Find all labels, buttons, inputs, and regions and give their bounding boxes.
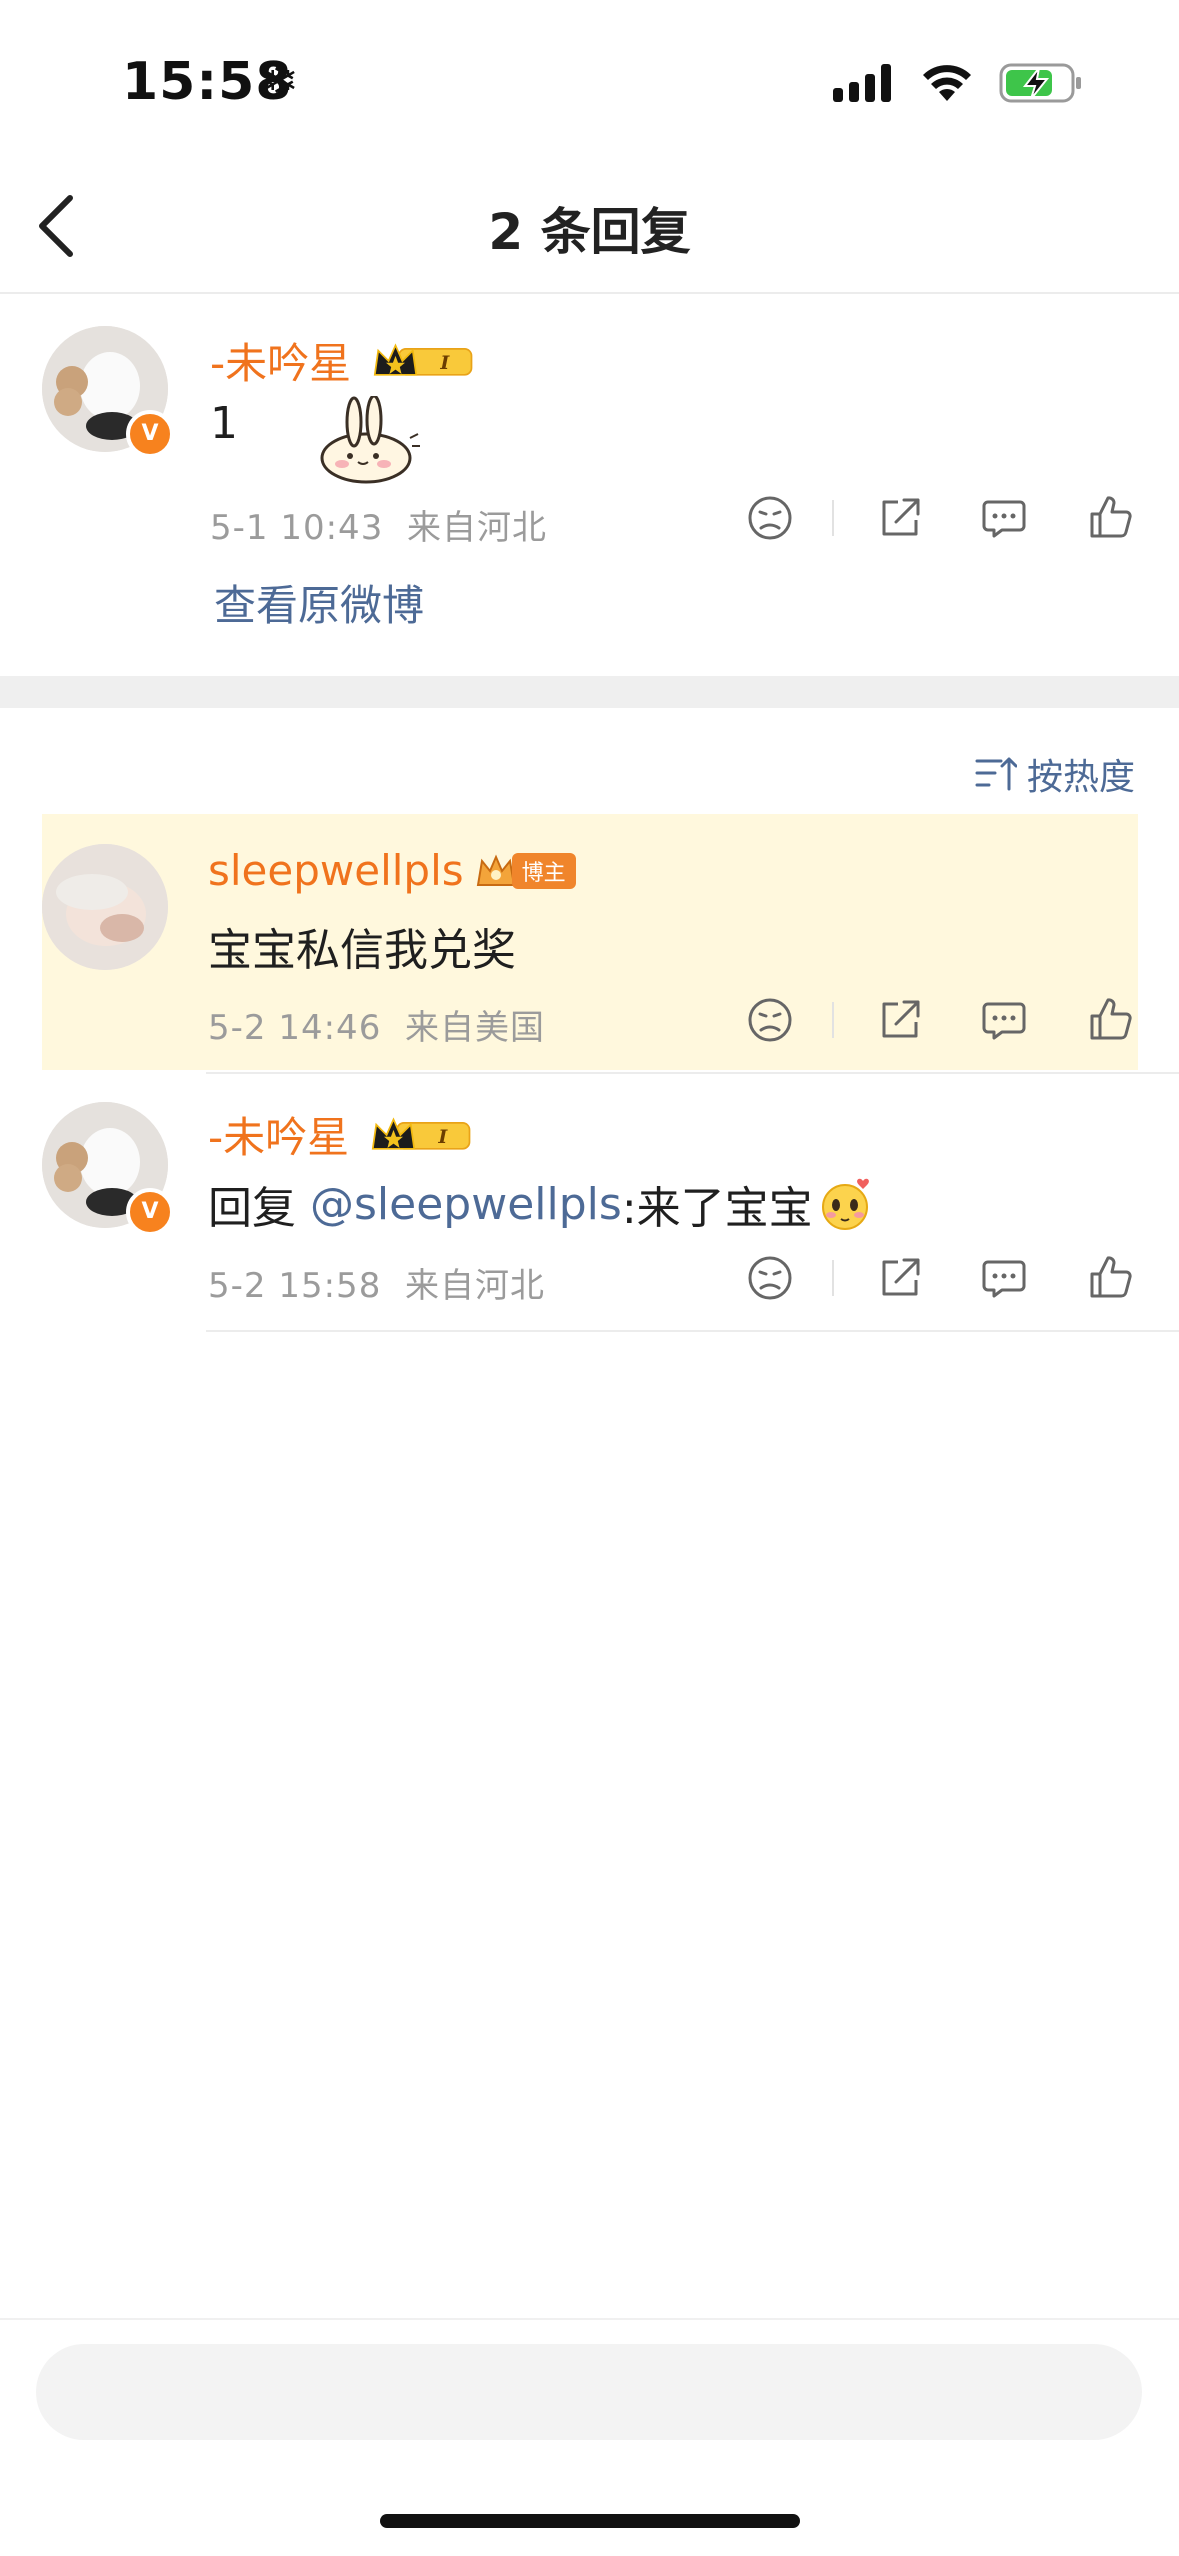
blogger-badge-label: 博主 (511, 852, 576, 889)
crown-icon (476, 853, 515, 886)
reply-time: 5-2 15:58 (208, 1266, 382, 1306)
sort-label: 按热度 (1026, 757, 1135, 798)
wifi-icon (923, 65, 971, 101)
divider (206, 1072, 1179, 1074)
dislike-button[interactable] (746, 494, 794, 542)
divider (206, 1330, 1179, 1332)
share-button[interactable] (876, 1254, 924, 1302)
share-button[interactable] (876, 494, 924, 542)
highlighted-reply-background (42, 814, 1138, 1070)
thumbs-up-icon (1090, 1256, 1132, 1298)
reply-text: 宝宝私信我兑奖 (208, 925, 516, 976)
comment-username[interactable]: -未吟星 (210, 330, 351, 391)
action-separator (832, 1002, 834, 1038)
reply-location: 来自美国 (404, 1008, 545, 1048)
divider (0, 292, 1179, 294)
sad-face-icon (748, 998, 792, 1042)
blushing-emoji-icon (821, 1178, 869, 1230)
crown-level-badge-icon: I (373, 342, 473, 376)
reply-button[interactable] (980, 494, 1028, 542)
svg-text:I: I (440, 351, 451, 373)
thumbs-up-icon (1090, 496, 1132, 538)
comment-icon (982, 1002, 1026, 1040)
reply-time: 5-2 14:46 (208, 1008, 382, 1048)
sad-face-icon (748, 496, 792, 540)
battery-charging-icon (999, 63, 1081, 103)
avatar[interactable] (42, 844, 168, 970)
like-button[interactable] (1086, 1254, 1134, 1302)
mention-link[interactable]: @sleepwellpls (310, 1179, 622, 1230)
svg-text:I: I (438, 1125, 449, 1147)
crown-level-badge-icon: I (371, 1116, 471, 1150)
dislike-button[interactable] (746, 996, 794, 1044)
action-separator (832, 500, 834, 536)
comment-icon (982, 500, 1026, 538)
status-icons (833, 62, 1083, 104)
reply-location: 来自河北 (404, 1266, 545, 1306)
thumbs-up-icon (1090, 998, 1132, 1040)
reply-text: :来了宝宝 (621, 1183, 813, 1234)
share-icon (882, 1258, 920, 1296)
comment-time: 5-1 10:43 (210, 508, 384, 548)
bunny-sticker-icon (320, 396, 420, 484)
reply-button[interactable] (980, 996, 1028, 1044)
page-title: 2 条回复 (488, 203, 691, 261)
section-divider (0, 676, 1179, 708)
action-separator (832, 1260, 834, 1296)
share-icon (882, 1000, 920, 1038)
reply-username[interactable]: -未吟星 (208, 1104, 349, 1165)
snowflake-icon: ❄ (262, 56, 299, 107)
verified-badge-icon: V (126, 1188, 174, 1236)
view-original-link[interactable]: 查看原微博 (214, 572, 424, 633)
like-button[interactable] (1086, 494, 1134, 542)
comment-location: 来自河北 (406, 508, 547, 548)
cellular-signal-icon (833, 64, 891, 102)
sort-icon (975, 757, 1017, 791)
divider (0, 2318, 1179, 2320)
sort-button[interactable]: 按热度 (975, 748, 1135, 800)
like-button[interactable] (1086, 996, 1134, 1044)
verified-badge-icon: V (126, 410, 174, 458)
reply-button[interactable] (980, 1254, 1028, 1302)
comment-icon (982, 1260, 1026, 1298)
blogger-badge: 博主 (476, 852, 576, 889)
dislike-button[interactable] (746, 1254, 794, 1302)
home-indicator[interactable] (380, 2514, 800, 2528)
share-button[interactable] (876, 996, 924, 1044)
sad-face-icon (748, 1256, 792, 1300)
comment-text: 1 (210, 398, 238, 449)
share-icon (882, 498, 920, 536)
reply-prefix: 回复 (208, 1183, 310, 1234)
comment-input[interactable] (36, 2344, 1142, 2440)
reply-username[interactable]: sleepwellpls (208, 846, 464, 895)
